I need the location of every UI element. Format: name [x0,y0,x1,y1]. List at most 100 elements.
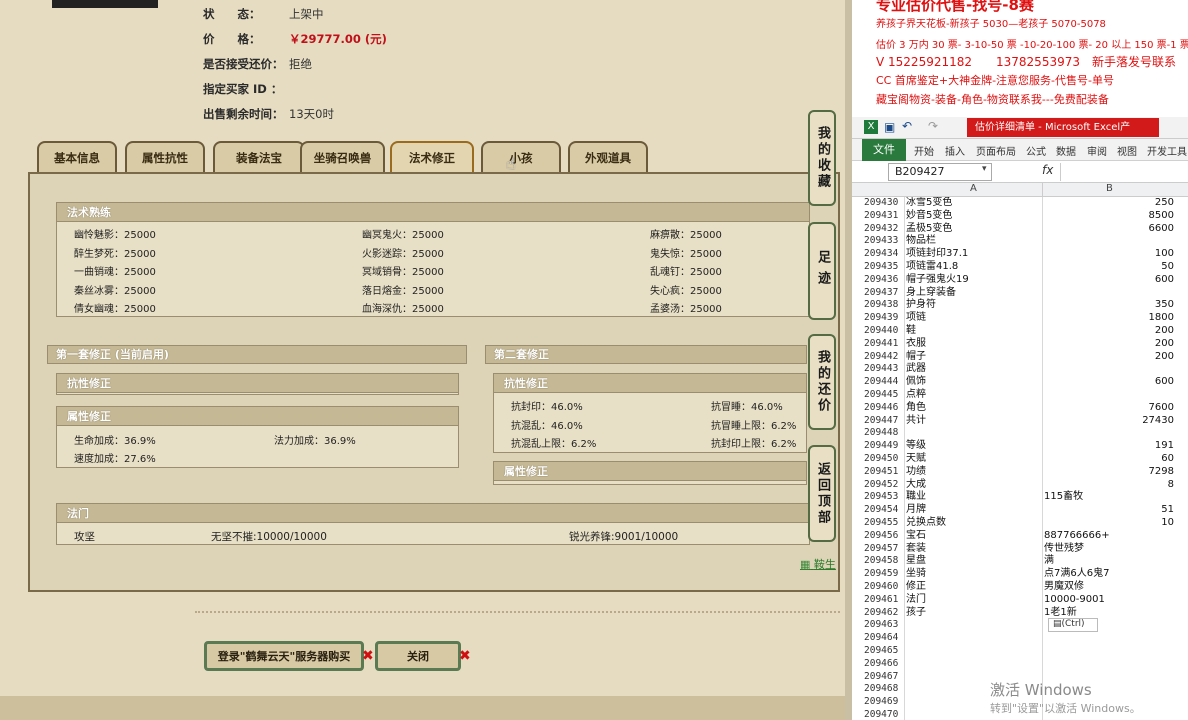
cell-b[interactable]: 600 [1044,376,1174,389]
row-number[interactable]: 209464 [864,632,904,645]
cell-a[interactable]: 妙音5变色 [906,210,952,223]
spreadsheet-grid[interactable]: 209430 冰雪5变色 250 209431 妙音5变色 8500 209432 孟极5变色… [852,197,1188,720]
cell-b[interactable]: 100 [1044,248,1174,261]
tab-spell-correction[interactable]: 法术修正 [390,141,474,173]
tab-children[interactable]: 小孩 [481,141,561,173]
tab-page-layout[interactable]: 页面布局 [976,143,1016,158]
row-number[interactable]: 209449 [864,440,904,453]
cell-a[interactable]: 孟极5变色 [906,223,952,236]
tab-data[interactable]: 数据 [1056,143,1076,158]
cell-a[interactable]: 鞋 [906,325,916,338]
row-number[interactable]: 209458 [864,555,904,568]
row-number[interactable]: 209430 [864,197,904,210]
chevron-down-icon[interactable]: ▾ [982,164,987,174]
cell-a[interactable]: 法门 [906,594,926,607]
cell-a[interactable]: 孩子 [906,607,926,620]
row-number[interactable]: 209470 [864,709,904,720]
cell-a[interactable]: 帽子强鬼火19 [906,274,969,287]
cell-a[interactable]: 兑换点数 [906,517,946,530]
tab-appearance[interactable]: 外观道具 [568,141,648,173]
cell-a[interactable]: 星盘 [906,555,926,568]
cell-a[interactable]: 冰雪5变色 [906,197,952,210]
row-number[interactable]: 209443 [864,363,904,376]
cell-a[interactable]: 修正 [906,581,926,594]
cell-a[interactable]: 物品栏 [906,235,936,248]
cell-b[interactable]: 200 [1044,351,1174,364]
table-row[interactable]: 209449 等级 191 [852,440,1188,453]
table-row[interactable]: 209432 孟极5变色 6600 [852,223,1188,236]
row-number[interactable]: 209434 [864,248,904,261]
cell-b[interactable]: 满 [1044,555,1174,568]
row-number[interactable]: 209432 [864,223,904,236]
tab-developer[interactable]: 开发工具 [1147,143,1187,158]
cell-b[interactable]: 7600 [1044,402,1174,415]
tab-mounts-pets[interactable]: 坐骑召唤兽 [300,141,385,173]
table-row[interactable]: 209458 星盘 满 [852,555,1188,568]
cell-a[interactable]: 护身符 [906,299,936,312]
row-number[interactable]: 209446 [864,402,904,415]
row-number[interactable]: 209438 [864,299,904,312]
my-bargain-button[interactable]: 我的还价 [808,334,836,430]
tab-insert[interactable]: 插入 [945,143,965,158]
row-number[interactable]: 209465 [864,645,904,658]
table-row[interactable]: 209440 鞋 200 [852,325,1188,338]
row-number[interactable]: 209453 [864,491,904,504]
cell-b[interactable]: 男魔双修 [1044,581,1174,594]
row-number[interactable]: 209437 [864,287,904,300]
row-number[interactable]: 209467 [864,671,904,684]
table-row[interactable]: 209430 冰雪5变色 250 [852,197,1188,210]
cell-a[interactable]: 宝石 [906,530,926,543]
cell-b[interactable]: 250 [1044,197,1174,210]
table-row[interactable]: 209441 衣服 200 [852,338,1188,351]
cell-b[interactable]: 60 [1044,453,1174,466]
row-number[interactable]: 209466 [864,658,904,671]
cell-a[interactable]: 套装 [906,543,926,556]
cell-a[interactable]: 角色 [906,402,926,415]
cell-b[interactable]: 1800 [1044,312,1174,325]
table-row[interactable]: 209459 坐骑 点7满6人6鬼7 [852,568,1188,581]
cell-a[interactable]: 身上穿装备 [906,287,956,300]
cell-a[interactable]: 帽子 [906,351,926,364]
row-number[interactable]: 209461 [864,594,904,607]
row-number[interactable]: 209433 [864,235,904,248]
row-number[interactable]: 209456 [864,530,904,543]
row-number[interactable]: 209462 [864,607,904,620]
table-row[interactable]: 209438 护身符 350 [852,299,1188,312]
table-row[interactable]: 209455 兑换点数 10 [852,517,1188,530]
name-box[interactable]: B209427 [888,163,992,181]
cell-b[interactable]: 200 [1044,338,1174,351]
cell-a[interactable]: 月牌 [906,504,926,517]
cell-b[interactable]: 27430 [1044,415,1174,428]
cell-a[interactable]: 点粹 [906,389,926,402]
row-number[interactable]: 209448 [864,427,904,440]
cell-b[interactable]: 10 [1044,517,1174,530]
redo-icon[interactable]: ↷ [928,119,938,133]
row-number[interactable]: 209454 [864,504,904,517]
cell-a[interactable]: 佩饰 [906,376,926,389]
cell-a[interactable]: 坐骑 [906,568,926,581]
table-row[interactable]: 209464 [852,632,1188,645]
col-header-a[interactable]: A [970,183,977,194]
paste-options[interactable]: ▤(Ctrl) [1048,618,1098,632]
table-row[interactable]: 209439 项链 1800 [852,312,1188,325]
my-favorites-button[interactable]: 我的收藏 [808,110,836,206]
table-row[interactable]: 209443 武器 [852,363,1188,376]
tab-view[interactable]: 视图 [1117,143,1137,158]
cell-b[interactable]: 点7满6人6鬼7 [1044,568,1174,581]
cell-a[interactable]: 職业 [906,491,926,504]
save-icon[interactable]: ▣ [884,120,895,134]
row-number[interactable]: 209442 [864,351,904,364]
row-number[interactable]: 209445 [864,389,904,402]
tab-file[interactable]: 文件 [862,139,906,161]
cell-a[interactable]: 衣服 [906,338,926,351]
row-number[interactable]: 209469 [864,696,904,709]
cell-a[interactable]: 功绩 [906,466,926,479]
row-number[interactable]: 209457 [864,543,904,556]
table-row[interactable]: 209462 孩子 1老1新 [852,607,1188,620]
table-row[interactable]: 209463 [852,619,1188,632]
close-button[interactable]: 关闭 [375,641,461,671]
table-row[interactable]: 209446 角色 7600 [852,402,1188,415]
cell-b[interactable]: 51 [1044,504,1174,517]
cell-b[interactable]: 887766666+ [1044,530,1174,543]
footprints-button[interactable]: 足迹 [808,222,836,320]
